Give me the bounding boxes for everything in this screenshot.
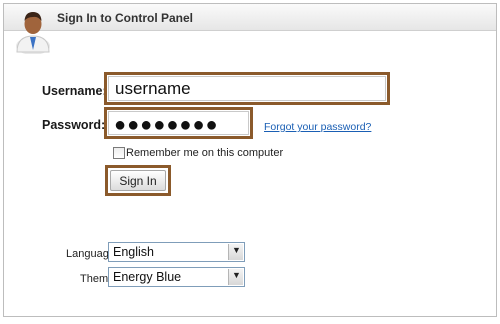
signin-button[interactable]: Sign In [110,170,166,191]
language-select[interactable]: English ▼ [108,242,245,262]
theme-value: Energy Blue [113,270,182,284]
user-avatar-icon [16,12,50,54]
theme-dropdown-button[interactable]: ▼ [228,269,243,285]
chevron-down-icon: ▼ [232,270,241,280]
theme-select[interactable]: Energy Blue ▼ [108,267,245,287]
remember-me-checkbox[interactable] [113,147,125,159]
signin-highlight: Sign In [105,165,171,196]
password-field[interactable]: ●●●●●●●● [104,107,253,139]
language-dropdown-button[interactable]: ▼ [228,244,243,260]
username-field[interactable]: username [104,72,390,105]
password-value: ●●●●●●●● [114,114,219,136]
password-label: Password: [42,118,106,132]
forgot-password-link[interactable]: Forgot your password? [264,121,371,133]
remember-me-label: Remember me on this computer [126,147,284,159]
username-value: username [115,79,191,98]
panel-header: Sign In to Control Panel [4,4,496,31]
panel-title: Sign In to Control Panel [57,11,193,25]
username-label: Username: [42,84,107,98]
chevron-down-icon: ▼ [232,245,241,255]
language-value: English [113,245,154,259]
login-panel: Sign In to Control Panel [3,3,497,317]
